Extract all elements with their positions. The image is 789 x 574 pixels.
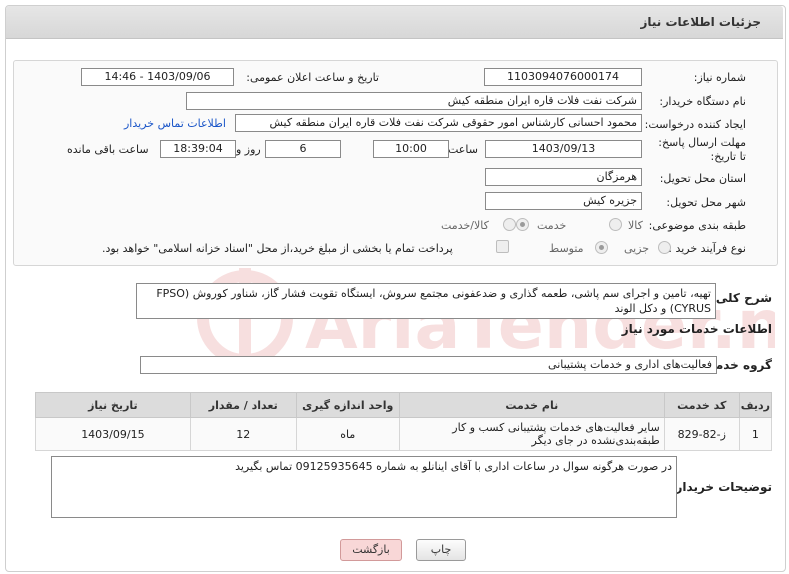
category-label: طبقه بندی موضوعی: <box>648 219 746 232</box>
print-button[interactable]: چاپ <box>416 539 466 561</box>
cell-quantity: 12 <box>189 417 297 451</box>
remaining-label: ساعت باقی مانده <box>67 143 149 156</box>
cell-service-code: ز-82-829 <box>663 417 740 451</box>
back-button[interactable]: بازگشت <box>340 539 402 561</box>
table-header-row: ردیف کد خدمت نام خدمت واحد اندازه گیری ت… <box>35 392 773 418</box>
category-radio-goods[interactable] <box>609 218 622 231</box>
deadline-time-field[interactable]: 10:00 <box>373 140 449 158</box>
cell-need-date: 1403/09/15 <box>35 417 191 451</box>
table-row: 1 ز-82-829 سایر فعالیت‌های خدمات پشتیبان… <box>35 417 773 451</box>
buyer-contact-link[interactable]: اطلاعات تماس خریدار <box>124 117 226 130</box>
col-row-number: ردیف <box>738 392 773 418</box>
announce-date-field[interactable]: 1403/09/06 - 14:46 <box>81 68 234 86</box>
deadline-label: مهلت ارسال پاسخ: تا تاریخ: <box>658 136 746 163</box>
need-number-label: شماره نیاز: <box>693 71 746 84</box>
category-option-both-label: کالا/خدمت <box>441 219 489 232</box>
process-radio-medium[interactable] <box>595 241 608 254</box>
col-service-code: کد خدمت <box>663 392 740 418</box>
category-option-goods-label: کالا <box>628 219 643 232</box>
cell-unit: ماه <box>295 417 400 451</box>
city-label: شهر محل تحویل: <box>666 196 746 209</box>
panel-header: جزئیات اطلاعات نیاز <box>6 6 783 39</box>
service-group-field[interactable]: فعالیت‌های اداری و خدمات پشتیبانی <box>140 356 717 374</box>
city-field[interactable]: جزیره کیش <box>485 192 642 210</box>
need-number-field[interactable]: 1103094076000174 <box>484 68 642 86</box>
category-radio-both[interactable] <box>503 218 516 231</box>
deadline-date-field[interactable]: 1403/09/13 <box>485 140 642 158</box>
days-field[interactable]: 6 <box>265 140 341 158</box>
process-radio-minor[interactable] <box>658 241 671 254</box>
announce-date-label: تاریخ و ساعت اعلان عمومی: <box>246 71 379 84</box>
buyer-notes-label: توضیحات خریدار: <box>670 480 772 494</box>
buyer-notes-textarea[interactable]: در صورت هرگونه سوال در ساعات اداری با آق… <box>51 456 677 518</box>
col-quantity: تعداد / مقدار <box>189 392 297 418</box>
services-section-title: اطلاعات خدمات مورد نیاز <box>621 322 772 336</box>
page-title: جزئیات اطلاعات نیاز <box>640 15 761 29</box>
process-label: نوع فرآیند خرید : <box>668 242 746 255</box>
process-option-minor-label: جزیی <box>624 242 650 255</box>
cell-service-name: سایر فعالیت‌های خدمات پشتیبانی کسب و کار… <box>398 417 665 451</box>
col-unit: واحد اندازه گیری <box>295 392 400 418</box>
treasury-payment-checkbox[interactable] <box>496 240 509 253</box>
col-need-date: تاریخ نیاز <box>35 392 191 418</box>
requester-label: ایجاد کننده درخواست: <box>644 118 746 131</box>
treasury-payment-note: پرداخت تمام یا بخشی از مبلغ خرید،از محل … <box>102 242 453 255</box>
requester-field[interactable]: محمود احسانی کارشناس امور حقوقی شرکت نفت… <box>235 114 642 132</box>
remaining-time-field[interactable]: 18:39:04 <box>160 140 236 158</box>
process-option-medium-label: متوسط <box>549 242 584 255</box>
description-textarea[interactable]: تهیه، تامین و اجرای سم پاشی، طعمه گذاری … <box>136 283 716 319</box>
province-field[interactable]: هرمزگان <box>485 168 642 186</box>
cell-row-number: 1 <box>738 417 773 451</box>
services-table: ردیف کد خدمت نام خدمت واحد اندازه گیری ت… <box>35 392 773 451</box>
buyer-org-field[interactable]: شرکت نفت فلات قاره ایران منطقه کیش <box>186 92 642 110</box>
buyer-org-label: نام دستگاه خریدار: <box>659 95 746 108</box>
deadline-time-label: ساعت <box>448 143 478 156</box>
category-option-service-label: خدمت <box>537 219 567 232</box>
days-label: روز و <box>236 143 261 156</box>
category-radio-service[interactable] <box>516 218 529 231</box>
col-service-name: نام خدمت <box>398 392 665 418</box>
province-label: استان محل تحویل: <box>659 172 746 185</box>
